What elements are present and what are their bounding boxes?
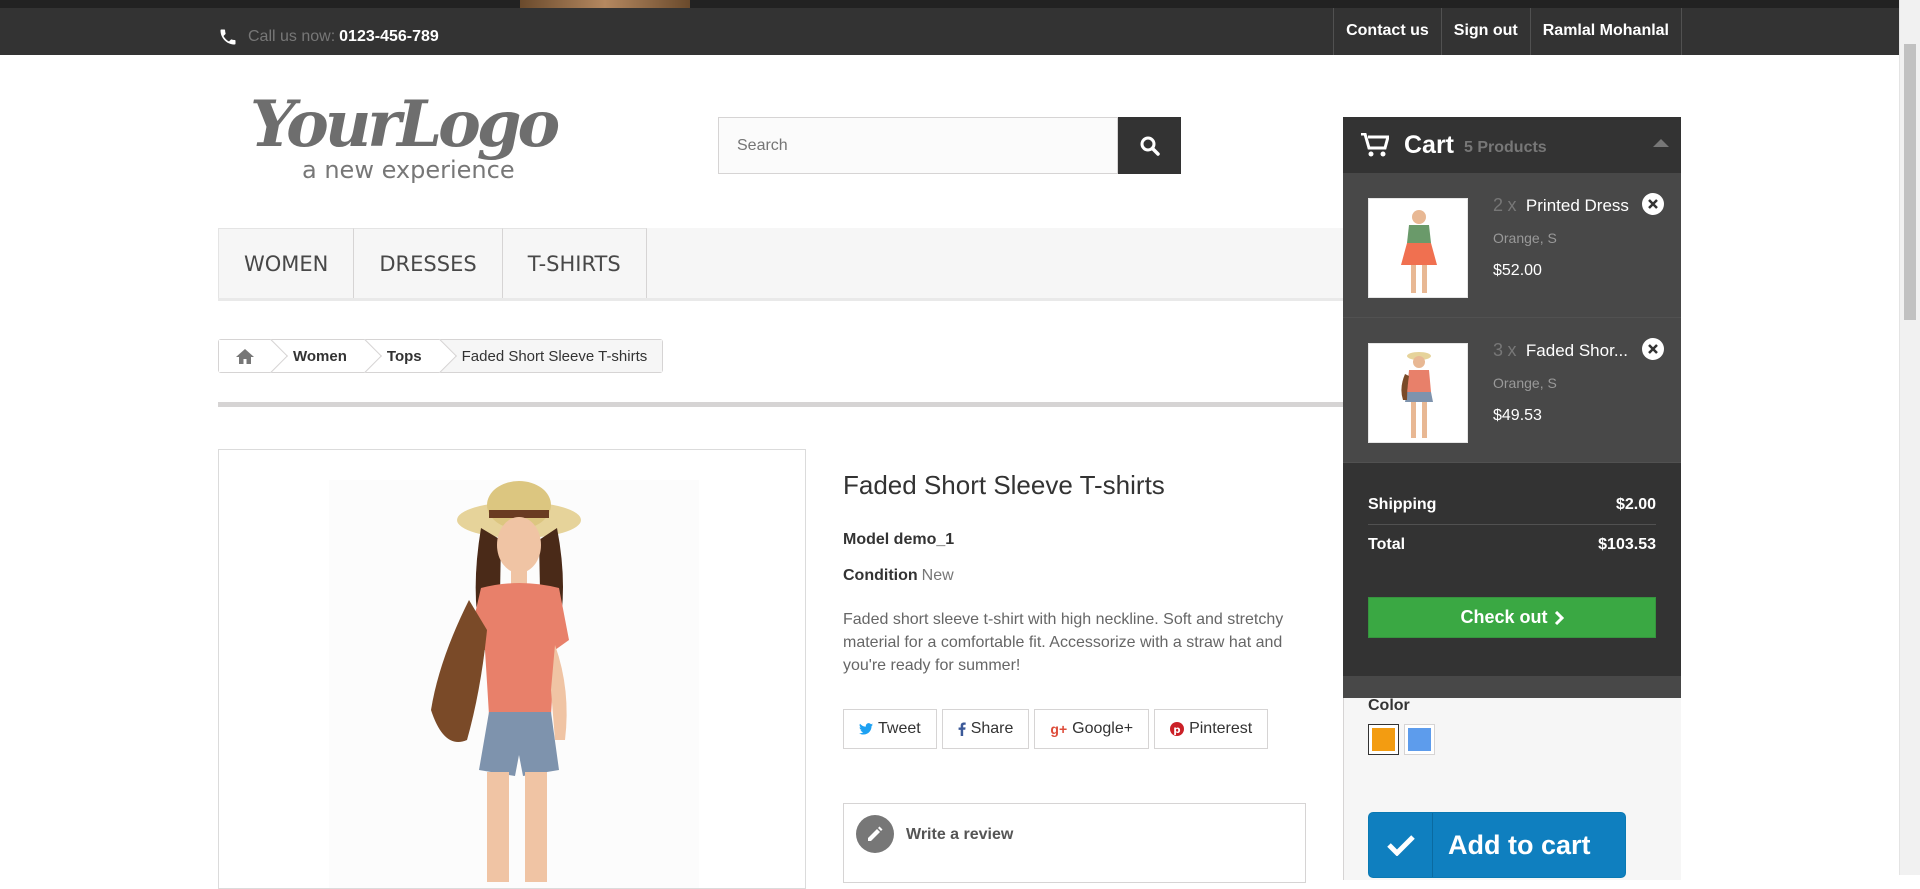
cart-item: 3 x Faded Shor... Orange, S $49.53 [1343,318,1681,463]
cart-header[interactable]: Cart 5 Products [1343,117,1681,173]
pinterest-button[interactable]: p Pinterest [1154,709,1269,749]
shipping-label: Shipping [1368,495,1437,513]
cart-icon [1361,133,1389,157]
checkout-button[interactable]: Check out [1368,597,1656,638]
checkout-label: Check out [1460,607,1548,627]
pinterest-icon: p [1170,722,1185,736]
cart-item-image[interactable] [1368,343,1468,443]
main-menu: WOMEN DRESSES T-SHIRTS [218,228,1343,301]
product-title: Faded Short Sleeve T-shirts [843,470,1165,500]
account-link[interactable]: Ramlal Mohanlal [1529,8,1682,55]
cart-item-price: $49.53 [1493,407,1542,424]
condition-label: Condition [843,567,918,584]
product-condition: Condition New [843,567,954,585]
scrollbar[interactable] [1899,0,1920,875]
cart-item-image[interactable] [1368,198,1468,298]
cart-item-attributes: Orange, S [1493,375,1557,391]
tweet-label: Tweet [878,720,921,737]
menu-women[interactable]: WOMEN [218,228,355,298]
pencil-icon [856,815,894,853]
facebook-icon [958,722,966,736]
call-us: Call us now: 0123-456-789 [218,27,439,47]
sign-out-link[interactable]: Sign out [1440,8,1530,55]
divider [218,402,1343,407]
total-label: Total [1368,536,1406,553]
banner-image [520,0,690,8]
product-model: Model demo_1 [843,531,954,549]
tweet-button[interactable]: Tweet [843,709,937,749]
remove-icon[interactable] [1642,338,1664,360]
scrollbar-thumb[interactable] [1904,44,1916,320]
google-plus-label: Google+ [1072,720,1134,737]
search-button[interactable] [1118,117,1181,174]
social-share: Tweet Share g+ Google+ p Pinterest [843,709,1269,749]
cart-item-attributes: Orange, S [1493,230,1557,246]
logo-tagline: a new experience [302,156,515,184]
top-banner [0,0,1920,8]
product-description: Faded short sleeve t-shirt with high nec… [843,611,1284,674]
menu-tshirts[interactable]: T-SHIRTS [502,228,647,298]
product-image[interactable] [218,449,806,889]
remove-icon[interactable] [1642,193,1664,215]
total-value: $103.53 [1598,536,1656,553]
breadcrumb-women-label: Women [293,348,347,365]
breadcrumb-current: Faded Short Sleeve T-shirts [439,340,663,372]
checkmark-icon [1369,813,1433,877]
model-value: demo_1 [893,531,955,548]
collapse-icon[interactable] [1653,139,1669,147]
add-to-cart-button[interactable]: Add to cart [1368,812,1626,878]
cart-item-price: $52.00 [1493,262,1542,279]
chevron-right-icon [1554,610,1564,625]
share-label: Share [970,720,1014,737]
write-review-label: Write a review [906,826,1014,843]
shipping-value: $2.00 [1615,495,1656,513]
breadcrumb-current-label: Faded Short Sleeve T-shirts [461,348,648,365]
cart-item-times: x [1507,340,1517,360]
add-to-cart-label: Add to cart [1448,829,1591,860]
search-input[interactable] [718,117,1118,174]
logo-text: YourLogo [250,87,559,162]
home-icon [236,349,254,364]
cart-count: 5 Products [1464,138,1547,156]
header-nav: Call us now: 0123-456-789 Contact us Sig… [0,8,1920,55]
contact-us-link[interactable]: Contact us [1333,8,1441,55]
product-photo [329,480,699,888]
cart-item-qty: 3 [1493,340,1504,360]
cart-item-name[interactable]: Faded Shor... [1526,341,1628,360]
twitter-icon [859,723,873,735]
swatch-blue-fill [1408,728,1431,751]
checkout-area: Check out [1343,581,1681,676]
cart-item: 2 x Printed Dress Orange, S $52.00 [1343,173,1681,318]
google-plus-button[interactable]: g+ Google+ [1034,709,1150,749]
breadcrumb-home[interactable] [219,340,271,372]
search-icon [1140,136,1160,156]
swatch-orange-fill [1372,728,1395,751]
svg-text:p: p [1173,725,1180,736]
color-swatch-blue[interactable] [1404,724,1435,755]
breadcrumb-tops-label: Tops [386,348,422,365]
pinterest-label: Pinterest [1189,720,1253,737]
google-plus-icon: g+ [1050,721,1068,737]
call-prefix: Call us now: [248,28,336,45]
cart-item-qty: 2 [1493,195,1504,215]
search-bar [718,117,1181,174]
share-button[interactable]: Share [941,709,1030,749]
color-swatch-orange[interactable] [1368,724,1399,755]
breadcrumb: Women Tops Faded Short Sleeve T-shirts [218,339,664,373]
cart-item-name[interactable]: Printed Dress [1526,196,1629,215]
phone-number: 0123-456-789 [339,28,439,45]
model-label: Model [843,531,890,548]
write-review[interactable]: Write a review [843,803,1306,883]
menu-dresses[interactable]: DRESSES [354,228,503,298]
color-label: Color [1368,697,1410,714]
cart-dropdown: Cart 5 Products 2 x Printed Dress Orange… [1343,117,1681,698]
cart-item-times: x [1507,195,1517,215]
cart-summary: Shipping $2.00 Total $103.53 [1343,463,1681,581]
condition-value: New [921,567,954,584]
logo[interactable]: YourLogo a new experience [250,84,600,184]
phone-icon [220,29,236,45]
cart-title: Cart [1404,130,1455,159]
